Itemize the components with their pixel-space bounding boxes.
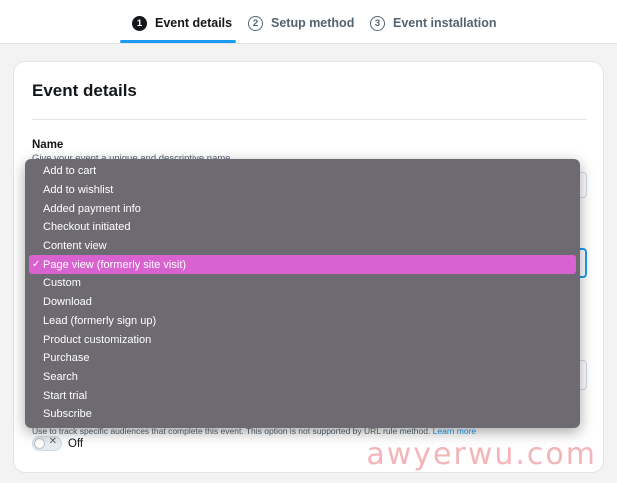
dropdown-option[interactable]: Product customization (25, 330, 580, 349)
step-number-2: 2 (248, 15, 263, 31)
toggle-state-label: Off (68, 437, 84, 450)
dropdown-option[interactable]: Download (25, 293, 580, 312)
option-label: Start trial (43, 389, 88, 402)
option-label: Checkout initiated (43, 221, 131, 234)
event-type-dropdown[interactable]: Add to cart Add to wishlist Added paymen… (25, 159, 580, 428)
option-label: Add to wishlist (43, 184, 114, 197)
option-label: Purchase (43, 352, 90, 365)
step-number-3: 3 (370, 15, 385, 31)
dropdown-option[interactable]: Added payment info (25, 199, 580, 218)
watermark: awyerwu.com (366, 437, 597, 472)
step-setup-method[interactable]: 2 Setup method (248, 13, 354, 33)
dropdown-option[interactable]: Lead (formerly sign up) (25, 312, 580, 331)
dropdown-option[interactable]: Add to cart (25, 162, 580, 181)
step-label: Event installation (393, 16, 497, 30)
card-title: Event details (32, 81, 137, 100)
option-label: Search (43, 370, 78, 383)
option-label: Custom (43, 277, 81, 290)
audience-toggle[interactable]: ✕ (32, 436, 62, 451)
dropdown-option-selected[interactable]: ✓ Page view (formerly site visit) (29, 255, 576, 275)
dropdown-option[interactable]: Search (25, 368, 580, 387)
step-event-installation[interactable]: 3 Event installation (370, 13, 497, 33)
option-label: Lead (formerly sign up) (43, 314, 157, 327)
checkmark-icon: ✓ (32, 259, 41, 271)
step-label: Event details (155, 16, 233, 30)
audience-toggle-row: ✕ Off (32, 436, 83, 451)
dropdown-option[interactable]: Subscribe (25, 405, 580, 424)
option-label: Product customization (43, 333, 152, 346)
dropdown-option[interactable]: Start trial (25, 386, 580, 405)
active-step-indicator (120, 40, 236, 43)
dropdown-option[interactable]: Custom (25, 274, 580, 293)
dropdown-option[interactable]: Content view (25, 237, 580, 256)
dropdown-option[interactable]: Checkout initiated (25, 218, 580, 237)
close-icon: ✕ (48, 436, 57, 447)
option-label: Content view (43, 240, 107, 253)
option-label: Download (43, 296, 92, 309)
option-label: Page view (formerly site visit) (43, 258, 187, 271)
step-label: Setup method (271, 16, 355, 30)
option-label: Added payment info (43, 202, 141, 215)
toggle-knob (34, 438, 45, 449)
dropdown-option[interactable]: Purchase (25, 349, 580, 368)
step-event-details[interactable]: 1 Event details (132, 13, 232, 33)
step-number-1: 1 (132, 15, 147, 31)
option-label: Subscribe (43, 408, 92, 421)
option-label: Add to cart (43, 165, 97, 178)
divider (32, 119, 587, 120)
setup-stepper: 1 Event details 2 Setup method 3 Event i… (0, 0, 617, 44)
dropdown-option[interactable]: Add to wishlist (25, 181, 580, 200)
name-field-label: Name (32, 139, 64, 151)
